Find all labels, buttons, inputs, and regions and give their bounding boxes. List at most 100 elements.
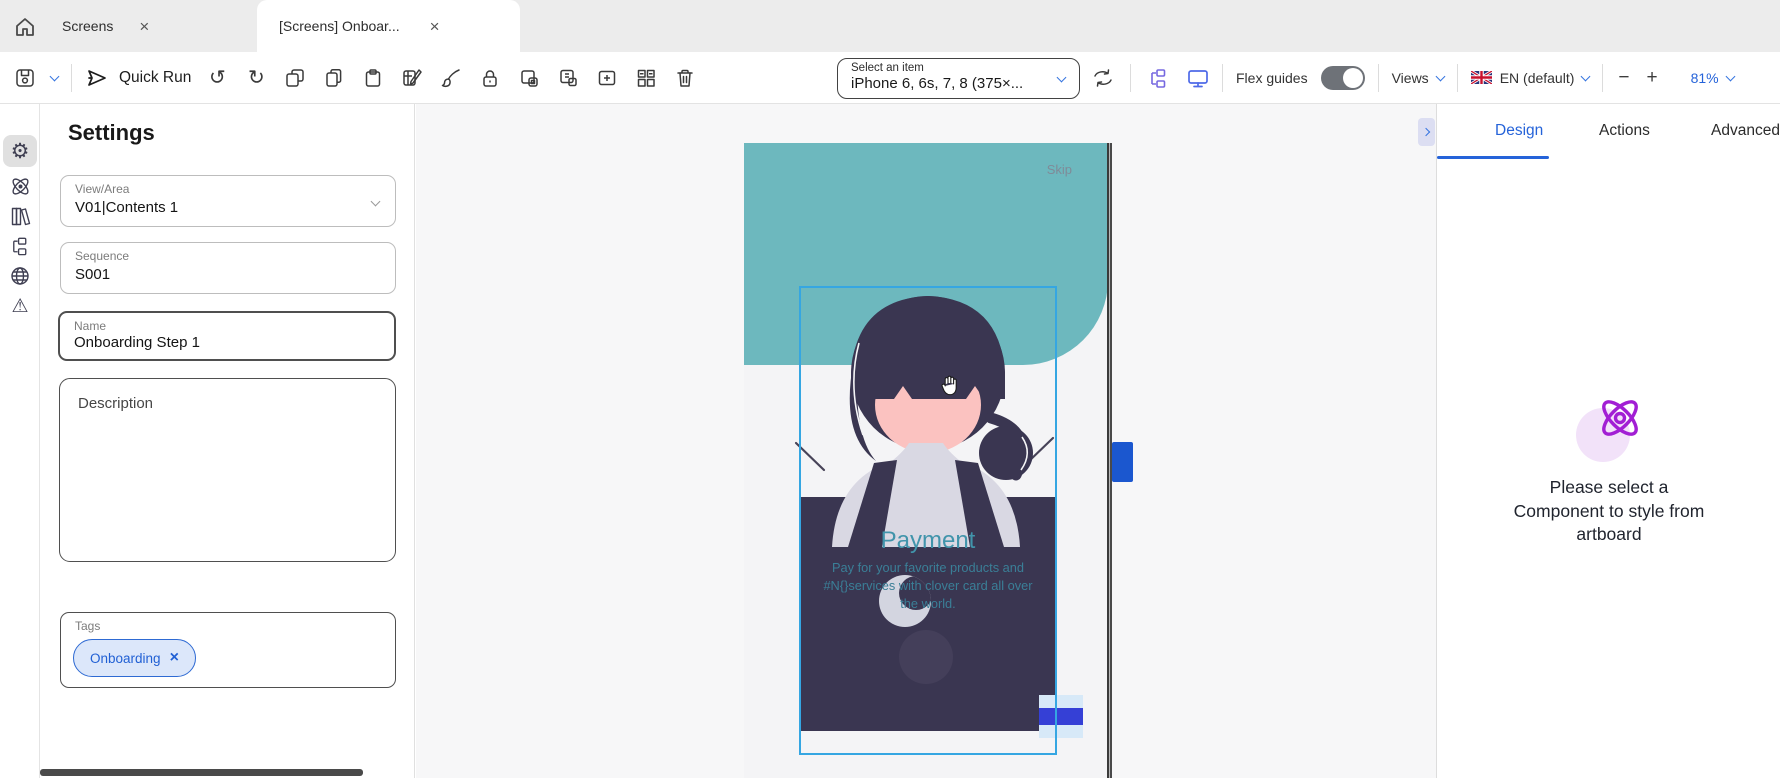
separator (71, 64, 72, 92)
separator (1457, 64, 1458, 92)
description-field[interactable] (59, 378, 396, 562)
name-input[interactable] (74, 334, 374, 351)
paste-button[interactable] (360, 65, 386, 91)
save-button[interactable] (12, 65, 38, 91)
rail-globe-button[interactable] (3, 260, 37, 292)
add-frame-button[interactable] (594, 65, 620, 91)
quick-run-button[interactable]: Quick Run (85, 67, 191, 89)
separator (1602, 64, 1603, 92)
monitor-icon (1186, 67, 1210, 89)
device-selector-value: iPhone 6, 6s, 7, 8 (375×... (851, 75, 1067, 92)
view-area-select[interactable]: View/Area V01|Contents 1 (60, 175, 396, 227)
redo-button[interactable]: ↻ (243, 65, 269, 91)
chevron-down-icon (1725, 71, 1735, 81)
save-icon (14, 67, 36, 89)
zoom-in-button[interactable]: + (1645, 67, 1660, 89)
trash-icon (674, 67, 696, 89)
view-area-value: V01|Contents 1 (75, 199, 178, 216)
separator (1222, 64, 1223, 92)
tree-icon (9, 235, 31, 257)
tab-label: Screens (62, 18, 113, 34)
empty-state: Please select a Component to style from … (1437, 384, 1780, 547)
design-tokens-button[interactable] (399, 65, 425, 91)
tab-advanced[interactable]: Advanced (1711, 122, 1780, 140)
copy-icon (323, 67, 345, 89)
brush-button[interactable] (438, 65, 464, 91)
tags-field[interactable]: Tags Onboarding × (60, 612, 396, 688)
rail-hierarchy-button[interactable] (3, 230, 37, 262)
tag-label: Onboarding (90, 651, 161, 666)
settings-scrollbar[interactable] (40, 769, 363, 776)
paste-style-icon (557, 67, 579, 89)
copy-button[interactable] (321, 65, 347, 91)
description-textarea[interactable] (60, 379, 395, 561)
undo-button[interactable]: ↺ (204, 65, 230, 91)
flex-guides-toggle[interactable] (1321, 66, 1365, 90)
copy-style-icon (518, 67, 540, 89)
tab-design[interactable]: Design (1495, 122, 1543, 140)
brush-icon (440, 67, 462, 89)
preview-button[interactable] (1185, 65, 1211, 91)
duplicate-icon (284, 67, 306, 89)
separator (1378, 64, 1379, 92)
name-label: Name (74, 319, 106, 333)
uk-flag-icon (1471, 71, 1492, 84)
empty-state-line: artboard (1437, 523, 1780, 547)
quick-run-label: Quick Run (119, 69, 191, 87)
tree-view-button[interactable] (1145, 65, 1171, 91)
delete-button[interactable] (672, 65, 698, 91)
tab-screens[interactable]: Screens × (62, 0, 252, 52)
panel-collapse-button[interactable] (1418, 118, 1435, 146)
tree-icon (1147, 67, 1170, 89)
paste-style-button[interactable] (555, 65, 581, 91)
selection-box[interactable] (799, 286, 1057, 755)
palette-icon (401, 67, 423, 89)
sync-button[interactable] (1090, 65, 1116, 91)
canvas-scroll-indicator[interactable] (1112, 442, 1133, 482)
canvas[interactable]: Skip (416, 104, 1436, 778)
chevron-down-icon (1581, 71, 1591, 81)
sync-icon (1091, 67, 1115, 89)
close-icon[interactable]: × (139, 18, 149, 35)
phone-artboard[interactable]: Skip (744, 143, 1108, 778)
sequence-value: S001 (75, 266, 110, 283)
empty-state-line: Please select a (1437, 476, 1780, 500)
layout-grid-icon (635, 67, 657, 89)
name-field[interactable]: Name (58, 311, 396, 361)
tab-screens-onboarding[interactable]: [Screens] Onboar... × (257, 0, 520, 52)
sequence-label: Sequence (75, 249, 129, 263)
zoom-out-button[interactable]: − (1616, 67, 1631, 89)
empty-state-line: Component to style from (1437, 500, 1780, 524)
zoom-level-dropdown[interactable]: 81% (1691, 70, 1734, 86)
views-label: Views (1392, 70, 1429, 86)
rail-issues-button[interactable]: ⚠ (3, 290, 37, 322)
sequence-field[interactable]: Sequence S001 (60, 242, 396, 294)
left-icon-rail: ⚙ ⚠ (0, 104, 40, 778)
language-dropdown[interactable]: EN (default) (1471, 70, 1590, 86)
close-icon[interactable]: × (430, 18, 440, 35)
zoom-level-value: 81% (1691, 70, 1719, 86)
rail-components-button[interactable] (3, 170, 37, 202)
duplicate-button[interactable] (282, 65, 308, 91)
save-options-chevron-icon[interactable] (50, 71, 60, 81)
language-label: EN (default) (1500, 70, 1575, 86)
paste-icon (362, 67, 384, 89)
rail-library-button[interactable] (3, 200, 37, 232)
lock-button[interactable] (477, 65, 503, 91)
hand-cursor (940, 374, 961, 402)
settings-title: Settings (68, 120, 155, 146)
device-selector[interactable]: Select an item iPhone 6, 6s, 7, 8 (375×.… (837, 58, 1080, 99)
library-icon (9, 205, 32, 228)
home-button[interactable] (10, 12, 40, 42)
copy-style-button[interactable] (516, 65, 542, 91)
tag-chip-onboarding[interactable]: Onboarding × (73, 639, 196, 677)
remove-tag-icon[interactable]: × (170, 650, 179, 666)
views-dropdown[interactable]: Views (1392, 70, 1444, 86)
chevron-down-icon (371, 197, 381, 207)
rail-settings-button[interactable]: ⚙ (3, 135, 37, 167)
layout-grid-button[interactable] (633, 65, 659, 91)
tab-actions[interactable]: Actions (1599, 122, 1650, 140)
atom-icon (9, 175, 32, 198)
component-atom-icon (1594, 392, 1646, 444)
quick-run-icon (85, 67, 109, 89)
